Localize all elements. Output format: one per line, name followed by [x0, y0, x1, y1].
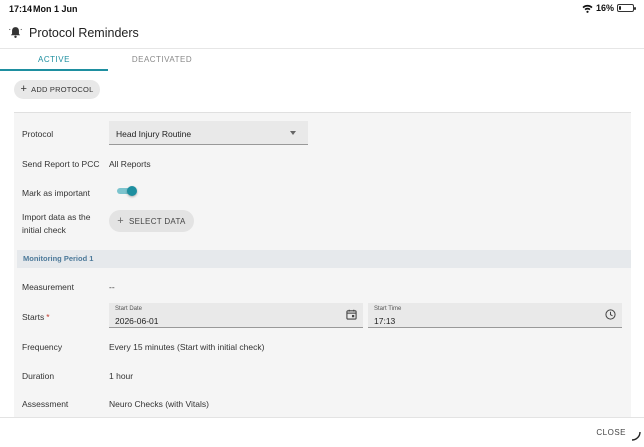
- bell-icon: [9, 27, 22, 38]
- battery-percent: 16%: [595, 3, 614, 13]
- tab-active[interactable]: ACTIVE: [0, 49, 108, 71]
- monitoring-period-header: Monitoring Period 1: [17, 250, 631, 268]
- page-title: Protocol Reminders: [29, 26, 139, 40]
- import-label-line2: initial check: [22, 225, 66, 235]
- status-time: 17:14: [9, 4, 33, 14]
- dialog-footer: CLOSE: [0, 417, 644, 447]
- close-button[interactable]: CLOSE: [596, 428, 626, 437]
- frequency-value: Every 15 minutes (Start with initial che…: [109, 342, 265, 352]
- duration-label: Duration: [22, 371, 55, 381]
- frequency-label: Frequency: [22, 342, 63, 352]
- start-time-label: Start Time: [374, 306, 402, 312]
- start-time-value: 17:13: [374, 316, 396, 326]
- start-date-label: Start Date: [115, 306, 143, 312]
- wifi-icon: [582, 4, 593, 13]
- add-protocol-label: ADD PROTOCOL: [31, 85, 94, 94]
- status-indicators: 16%: [582, 3, 636, 13]
- app-header: Protocol Reminders: [0, 18, 644, 48]
- protocol-form: Protocol Head Injury Routine Send Report…: [14, 112, 631, 418]
- plus-icon: +: [117, 214, 125, 227]
- start-date-field[interactable]: Start Date 2026-06-01: [109, 303, 363, 328]
- assessment-label: Assessment: [22, 399, 69, 409]
- select-data-button[interactable]: + SELECT DATA: [109, 210, 194, 232]
- starts-label-text: Starts: [22, 312, 45, 322]
- protocol-label: Protocol: [22, 129, 54, 139]
- starts-label: Starts *: [22, 312, 50, 322]
- resize-handle-icon: [631, 431, 641, 441]
- calendar-icon[interactable]: [346, 309, 357, 320]
- select-data-label: SELECT DATA: [129, 216, 186, 226]
- status-date: Mon 1 Jun: [33, 4, 78, 14]
- protocol-select-value: Head Injury Routine: [116, 129, 192, 139]
- required-marker: *: [46, 312, 50, 322]
- mark-important-label: Mark as important: [22, 188, 91, 198]
- battery-icon: [617, 4, 636, 12]
- duration-value: 1 hour: [109, 371, 134, 381]
- start-time-field[interactable]: Start Time 17:13: [368, 303, 622, 328]
- protocol-select[interactable]: Head Injury Routine: [109, 121, 308, 145]
- caret-down-icon: [290, 131, 296, 135]
- measurement-label: Measurement: [22, 282, 74, 292]
- toggle-knob: [127, 186, 137, 196]
- status-bar: 17:14 Mon 1 Jun 16%: [0, 0, 644, 18]
- send-report-value: All Reports: [109, 159, 151, 169]
- measurement-value: --: [109, 282, 115, 292]
- mark-important-toggle[interactable]: [117, 186, 137, 196]
- add-protocol-button[interactable]: + ADD PROTOCOL: [14, 80, 100, 99]
- battery-fill: [619, 6, 621, 10]
- tab-bar: ACTIVE DEACTIVATED: [0, 48, 644, 71]
- assessment-value: Neuro Checks (with Vitals): [109, 399, 209, 409]
- plus-icon: +: [20, 83, 28, 95]
- send-report-label: Send Report to PCC: [22, 159, 100, 169]
- tab-deactivated[interactable]: DEACTIVATED: [108, 49, 216, 71]
- import-label-line1: Import data as the: [22, 212, 91, 222]
- clock-icon[interactable]: [605, 309, 616, 320]
- start-date-value: 2026-06-01: [115, 316, 159, 326]
